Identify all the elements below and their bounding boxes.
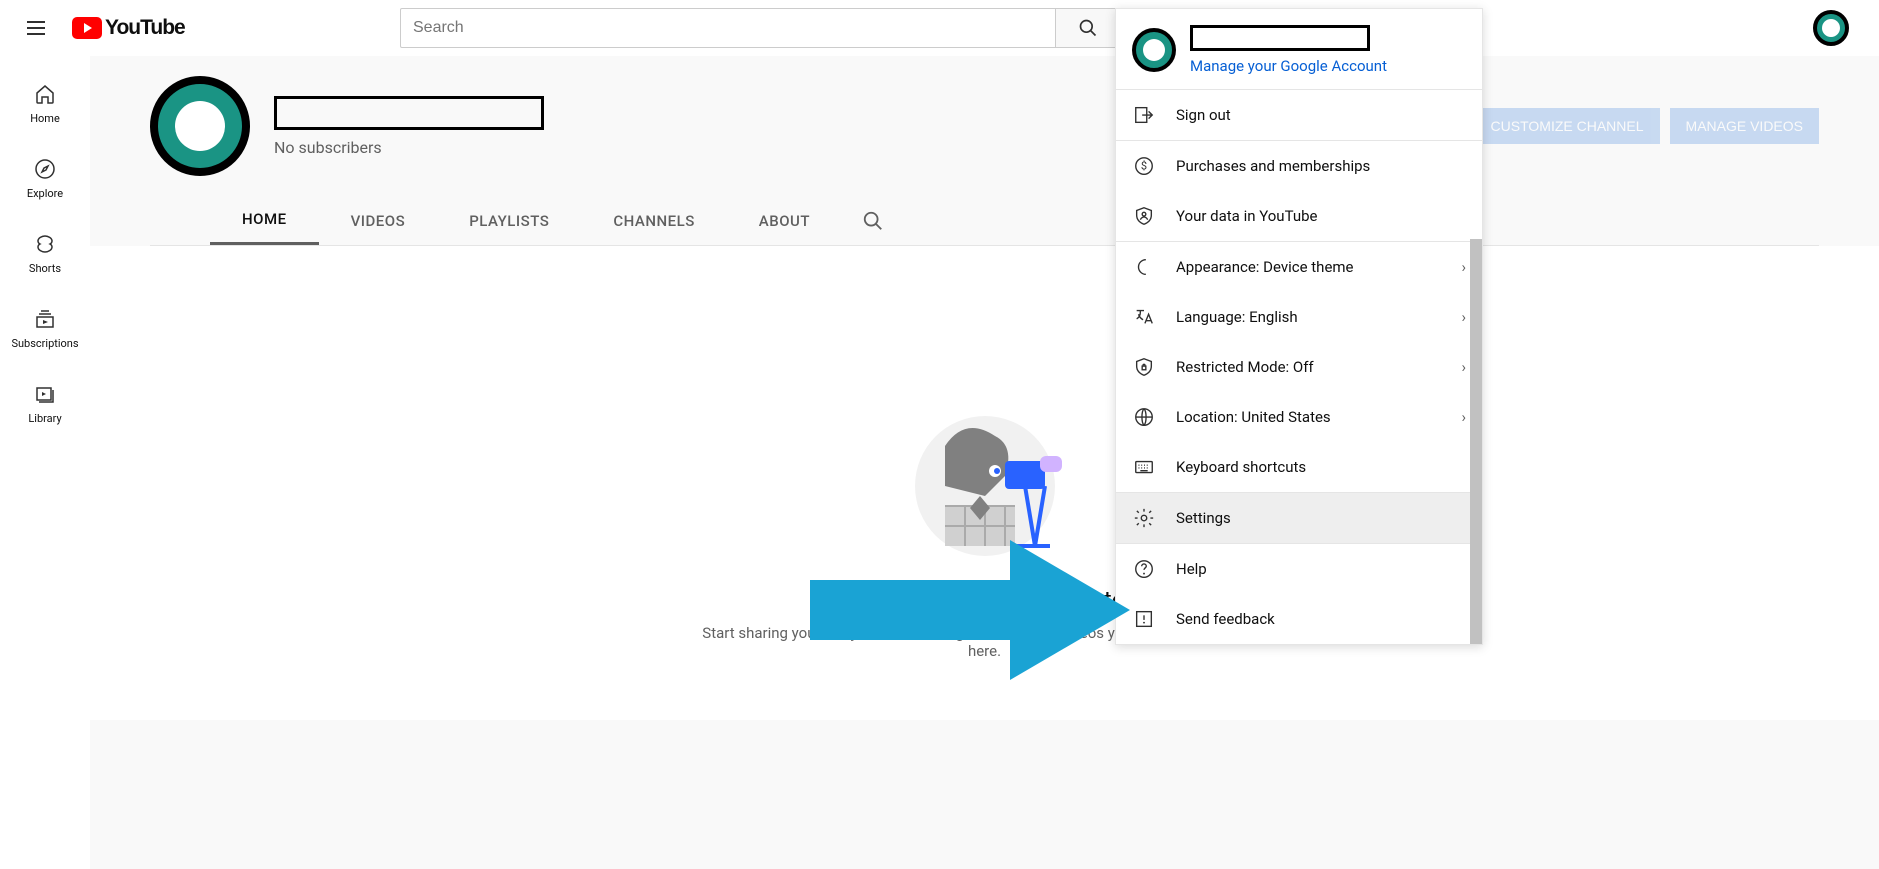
menu-item-appearance[interactable]: Appearance: Device theme ›	[1116, 242, 1482, 292]
youtube-logo-text: YouTube	[105, 16, 185, 40]
chevron-right-icon: ›	[1461, 308, 1466, 326]
search-icon	[1078, 18, 1098, 38]
shield-person-icon	[1132, 205, 1156, 227]
upload-illustration	[885, 386, 1085, 566]
chevron-right-icon: ›	[1461, 358, 1466, 376]
menu-item-restricted[interactable]: Restricted Mode: Off ›	[1116, 342, 1482, 392]
scrollbar[interactable]	[1470, 239, 1482, 644]
dollar-icon: $	[1132, 155, 1156, 177]
empty-state: Upload a video to get started Start shar…	[90, 246, 1879, 720]
keyboard-icon	[1132, 456, 1156, 478]
menu-label: Send feedback	[1176, 610, 1275, 628]
hamburger-menu-icon[interactable]	[16, 8, 56, 48]
menu-item-purchases[interactable]: $ Purchases and memberships	[1116, 141, 1482, 191]
menu-item-sign-out[interactable]: Sign out	[1116, 90, 1482, 140]
help-icon	[1132, 558, 1156, 580]
manage-google-account-link[interactable]: Manage your Google Account	[1190, 57, 1387, 75]
sidebar-item-library[interactable]: Library	[0, 366, 90, 441]
sidebar-item-explore[interactable]: Explore	[0, 141, 90, 216]
moon-icon	[1132, 256, 1156, 278]
channel-tabs: HOME VIDEOS PLAYLISTS CHANNELS ABOUT	[150, 196, 1819, 246]
sidebar-label: Home	[30, 112, 60, 125]
customize-channel-button[interactable]: CUSTOMIZE CHANNEL	[1475, 108, 1660, 144]
channel-name	[274, 96, 544, 130]
menu-item-language[interactable]: Language: English ›	[1116, 292, 1482, 342]
main-content: No subscribers CUSTOMIZE CHANNEL MANAGE …	[90, 56, 1879, 869]
sidebar-item-shorts[interactable]: Shorts	[0, 216, 90, 291]
compass-icon	[33, 157, 57, 181]
menu-item-your-data[interactable]: Your data in YouTube	[1116, 191, 1482, 241]
account-avatar-button[interactable]	[1813, 10, 1849, 46]
svg-text:$: $	[1141, 160, 1147, 173]
menu-item-help[interactable]: Help	[1116, 544, 1482, 594]
app-header: YouTube	[0, 0, 1879, 56]
globe-icon	[1132, 406, 1156, 428]
gear-icon	[1132, 507, 1156, 529]
menu-label: Keyboard shortcuts	[1176, 458, 1306, 476]
menu-label: Sign out	[1176, 106, 1231, 124]
search-input[interactable]	[400, 8, 1056, 48]
tab-videos[interactable]: VIDEOS	[319, 198, 438, 244]
menu-label: Location: United States	[1176, 408, 1331, 426]
shield-lock-icon	[1132, 356, 1156, 378]
manage-videos-button[interactable]: MANAGE VIDEOS	[1670, 108, 1819, 144]
feedback-icon	[1132, 608, 1156, 630]
menu-label: Settings	[1176, 509, 1231, 527]
menu-label: Purchases and memberships	[1176, 157, 1370, 175]
channel-avatar[interactable]	[150, 76, 250, 176]
account-menu: Manage your Google Account Sign out $ Pu…	[1115, 8, 1483, 645]
account-menu-avatar	[1132, 28, 1176, 72]
subscriber-count: No subscribers	[274, 138, 544, 157]
menu-item-keyboard-shortcuts[interactable]: Keyboard shortcuts	[1116, 442, 1482, 492]
tab-home[interactable]: HOME	[210, 196, 319, 245]
library-icon	[33, 382, 57, 406]
sidebar-item-home[interactable]: Home	[0, 66, 90, 141]
tab-channels[interactable]: CHANNELS	[581, 198, 726, 244]
account-name	[1190, 25, 1370, 51]
menu-label: Language: English	[1176, 308, 1298, 326]
sidebar-label: Shorts	[29, 262, 61, 275]
shorts-icon	[33, 232, 57, 256]
menu-label: Your data in YouTube	[1176, 207, 1317, 225]
left-sidebar: Home Explore Shorts Subscriptions Librar…	[0, 56, 90, 869]
menu-item-settings[interactable]: Settings	[1116, 493, 1482, 543]
search-bar	[400, 8, 1120, 48]
sidebar-label: Library	[28, 412, 61, 425]
sidebar-item-subscriptions[interactable]: Subscriptions	[0, 291, 90, 366]
account-menu-header: Manage your Google Account	[1116, 9, 1482, 90]
youtube-logo[interactable]: YouTube	[72, 16, 185, 40]
menu-label: Appearance: Device theme	[1176, 258, 1354, 276]
sign-out-icon	[1132, 104, 1156, 126]
empty-state-title: Upload a video to get started	[150, 586, 1819, 614]
menu-item-send-feedback[interactable]: Send feedback	[1116, 594, 1482, 644]
menu-label: Help	[1176, 560, 1207, 578]
subscriptions-icon	[33, 307, 57, 331]
chevron-right-icon: ›	[1461, 258, 1466, 276]
translate-icon	[1132, 306, 1156, 328]
search-button[interactable]	[1056, 8, 1120, 48]
channel-header: No subscribers CUSTOMIZE CHANNEL MANAGE …	[90, 56, 1879, 246]
sidebar-label: Explore	[27, 187, 63, 200]
menu-item-location[interactable]: Location: United States ›	[1116, 392, 1482, 442]
sidebar-label: Subscriptions	[11, 337, 78, 350]
tab-playlists[interactable]: PLAYLISTS	[437, 198, 581, 244]
chevron-right-icon: ›	[1461, 408, 1466, 426]
menu-label: Restricted Mode: Off	[1176, 358, 1314, 376]
home-icon	[33, 82, 57, 106]
channel-search-icon[interactable]	[862, 210, 884, 232]
tab-about[interactable]: ABOUT	[727, 198, 842, 244]
